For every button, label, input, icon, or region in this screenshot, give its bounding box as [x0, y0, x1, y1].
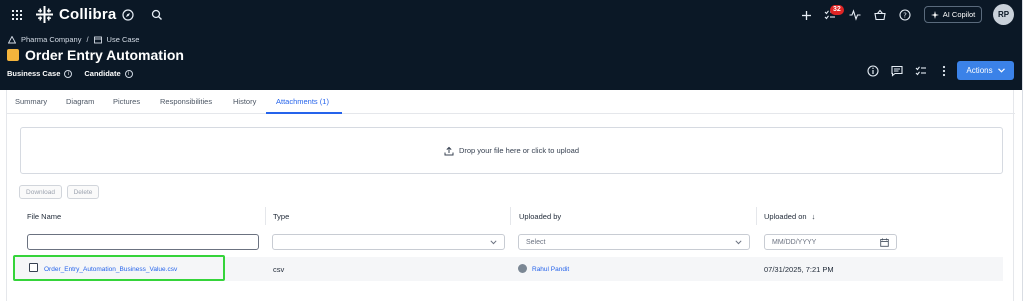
column-header-uploaded-by[interactable]: Uploaded by [519, 212, 561, 221]
user-avatar-icon [518, 264, 527, 273]
actions-label: Actions [966, 66, 993, 75]
column-header-type[interactable]: Type [273, 212, 289, 221]
uploaded-by-link[interactable]: Rahul Pandit [532, 266, 569, 273]
column-header-file-name[interactable]: File Name [27, 212, 61, 221]
tab-pictures[interactable]: Pictures [113, 97, 140, 106]
active-tab-indicator [266, 112, 342, 114]
activity-icon[interactable] [847, 7, 863, 23]
column-header-uploaded-on[interactable]: Uploaded on ↓ [764, 212, 815, 221]
compass-icon[interactable] [120, 7, 136, 23]
collibra-logo[interactable]: Collibra [36, 6, 116, 23]
download-button[interactable]: Download [19, 185, 62, 199]
tab-summary[interactable]: Summary [15, 97, 47, 106]
content-card: Summary Diagram Pictures Responsibilitie… [6, 90, 1015, 301]
apps-grid-icon[interactable] [12, 10, 22, 20]
top-navigation: Collibra 32 ? AI Copilot RP [0, 0, 1022, 30]
breadcrumb-domain[interactable]: Use Case [107, 35, 140, 44]
sort-desc-icon: ↓ [811, 212, 816, 221]
asset-type: Business Case [7, 69, 61, 78]
info-icon[interactable] [865, 63, 881, 79]
asset-type-icon [7, 49, 19, 61]
uploaded-on-date-input[interactable]: MM/DD/YYYY [764, 234, 897, 250]
add-icon[interactable] [798, 7, 814, 23]
type-filter-select[interactable] [272, 234, 505, 250]
delete-button[interactable]: Delete [67, 185, 99, 199]
chevron-down-icon [997, 68, 1005, 73]
chevron-down-icon [735, 239, 742, 244]
row-checkbox[interactable] [29, 263, 38, 272]
brand-name: Collibra [59, 6, 117, 23]
tab-bar: Summary Diagram Pictures Responsibilitie… [7, 90, 1015, 114]
page-title: Order Entry Automation [25, 47, 184, 63]
breadcrumb-community[interactable]: Pharma Company [21, 35, 81, 44]
tab-history[interactable]: History [233, 97, 256, 106]
notification-badge: 32 [830, 5, 844, 15]
actions-button[interactable]: Actions [957, 61, 1014, 80]
file-name-link[interactable]: Order_Entry_Automation_Business_Value.cs… [44, 266, 177, 273]
uploaded-on-placeholder: MM/DD/YYYY [772, 238, 817, 246]
file-name-filter-input[interactable] [27, 234, 259, 250]
more-vertical-icon[interactable] [936, 63, 952, 79]
calendar-icon[interactable] [880, 238, 889, 247]
collibra-logo-icon [36, 6, 53, 23]
community-icon [8, 35, 16, 43]
asset-meta: Business Case i Candidate i [7, 69, 141, 78]
info-icon[interactable]: i [64, 69, 73, 78]
column-divider[interactable] [756, 207, 757, 225]
asset-header: Order Entry Automation [7, 47, 184, 63]
tab-responsibilities[interactable]: Responsibilities [160, 97, 212, 106]
column-divider[interactable] [510, 207, 511, 225]
tab-diagram[interactable]: Diagram [66, 97, 94, 106]
uploaded-by-placeholder: Select [526, 238, 546, 246]
basket-icon[interactable] [872, 7, 888, 23]
breadcrumb-separator: / [86, 35, 89, 44]
file-dropzone[interactable]: Drop your file here or click to upload [20, 127, 1003, 174]
uploaded-on-cell: 07/31/2025, 7:21 PM [764, 265, 834, 274]
asset-status: Candidate [84, 69, 121, 78]
uploaded-on-label: Uploaded on [764, 212, 807, 221]
ai-copilot-button[interactable]: AI Copilot [924, 6, 982, 23]
comment-icon[interactable] [889, 63, 905, 79]
file-type-cell: csv [273, 265, 285, 274]
breadcrumb: Pharma Company / Use Case [8, 35, 139, 44]
domain-icon [93, 36, 102, 43]
uploaded-by-filter-select[interactable]: Select [518, 234, 750, 250]
user-avatar[interactable]: RP [993, 4, 1014, 25]
search-icon[interactable] [149, 7, 165, 23]
tab-attachments[interactable]: Attachments (1) [276, 97, 329, 106]
chevron-down-icon [490, 239, 497, 244]
svg-text:?: ? [903, 12, 907, 20]
scrollbar[interactable] [1022, 0, 1029, 301]
dropzone-text: Drop your file here or click to upload [458, 146, 580, 155]
tasks-icon[interactable] [913, 63, 929, 79]
upload-icon [444, 146, 454, 155]
sparkle-icon [930, 10, 939, 19]
info-icon[interactable]: i [124, 69, 133, 78]
ai-copilot-label: AI Copilot [942, 10, 976, 19]
help-icon[interactable]: ? [897, 7, 913, 23]
column-divider[interactable] [265, 207, 266, 225]
